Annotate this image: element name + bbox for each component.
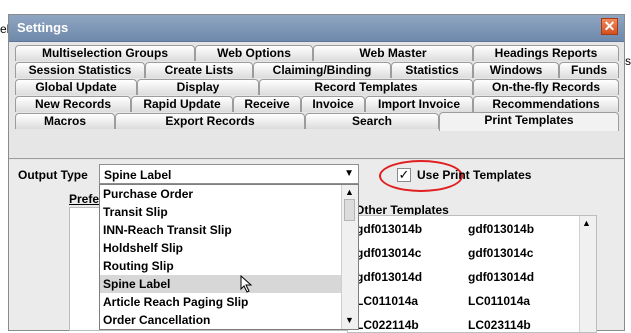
other-templates-scrollbar[interactable]: ▲ xyxy=(579,216,596,332)
option-label: INN-Reach Transit Slip xyxy=(103,223,232,237)
template-name: gdf013014b xyxy=(356,222,423,236)
background-text-fragment: s xyxy=(625,54,631,68)
settings-tabs: Multiselection Groups Web Options Web Ma… xyxy=(9,41,624,159)
output-type-value: Spine Label xyxy=(104,168,172,182)
option-label: Routing Slip xyxy=(103,259,174,273)
tab-session-statistics[interactable]: Session Statistics xyxy=(15,62,145,78)
tab-row-2: Session Statistics Create Lists Claiming… xyxy=(15,62,619,78)
option-label: Article Reach Paging Slip xyxy=(103,295,249,309)
dropdown-option[interactable]: Transit Slip xyxy=(100,203,342,221)
tab-windows[interactable]: Windows xyxy=(473,62,559,78)
print-templates-panel: Output Type Spine Label ▼ ✓ Use Print Te… xyxy=(9,160,624,333)
tab-divider xyxy=(9,158,624,159)
background-left-strip: el xyxy=(0,14,9,331)
tab-funds[interactable]: Funds xyxy=(559,62,619,78)
tab-display[interactable]: Display xyxy=(137,79,259,95)
tab-headings-reports[interactable]: Headings Reports xyxy=(473,45,619,61)
tab-search[interactable]: Search xyxy=(305,113,439,129)
tab-macros[interactable]: Macros xyxy=(15,113,115,129)
template-name: LC011014a xyxy=(468,294,531,308)
tab-print-templates[interactable]: Print Templates xyxy=(439,112,619,131)
other-templates-list[interactable]: gdf013014b gdf013014b gdf013014c gdf0130… xyxy=(347,215,597,333)
checkmark-icon: ✓ xyxy=(398,167,410,182)
background-right-strip: s xyxy=(625,14,631,331)
tab-export-records[interactable]: Export Records xyxy=(115,113,305,129)
output-type-select[interactable]: Spine Label ▼ xyxy=(99,164,359,184)
tab-web-options[interactable]: Web Options xyxy=(195,45,313,61)
option-label: Order Cancellation xyxy=(103,313,211,327)
settings-dialog: Settings ✕ Multiselection Groups Web Opt… xyxy=(8,14,625,333)
tab-multiselection-groups[interactable]: Multiselection Groups xyxy=(15,45,195,61)
dropdown-option[interactable]: Holdshelf Slip xyxy=(100,239,342,257)
tab-record-templates[interactable]: Record Templates xyxy=(259,79,473,95)
tab-import-invoice[interactable]: Import Invoice xyxy=(365,96,473,112)
tab-row-3: Global Update Display Record Templates O… xyxy=(15,79,619,95)
table-row[interactable]: LC011014a LC011014a xyxy=(348,288,580,312)
option-label: Holdshelf Slip xyxy=(103,241,184,255)
tab-claiming-binding[interactable]: Claiming/Binding xyxy=(253,62,391,78)
template-name: gdf013014b xyxy=(468,222,535,236)
close-icon: ✕ xyxy=(603,18,616,34)
table-row[interactable]: LC022114b LC023114b xyxy=(348,312,580,332)
use-print-templates-label: Use Print Templates xyxy=(417,168,532,182)
use-print-templates-checkbox[interactable]: ✓ xyxy=(397,168,411,182)
background-app-strip xyxy=(0,0,631,14)
chevron-down-icon: ▼ xyxy=(344,168,354,179)
mouse-cursor-icon xyxy=(240,275,253,293)
dropdown-option[interactable]: INN-Reach Transit Slip xyxy=(100,221,342,239)
tab-receive[interactable]: Receive xyxy=(233,96,301,112)
table-row[interactable]: gdf013014d gdf013014d xyxy=(348,264,580,288)
chevron-down-icon[interactable]: ▼ xyxy=(345,315,354,325)
tab-new-records[interactable]: New Records xyxy=(15,96,131,112)
template-name: gdf013014d xyxy=(356,270,423,284)
tab-invoice[interactable]: Invoice xyxy=(301,96,365,112)
dropdown-option[interactable]: Article Reach Paging Slip xyxy=(100,293,342,311)
tab-create-lists[interactable]: Create Lists xyxy=(145,62,253,78)
tab-statistics[interactable]: Statistics xyxy=(391,62,473,78)
tab-web-master[interactable]: Web Master xyxy=(313,45,473,61)
template-name: gdf013014c xyxy=(468,246,534,260)
output-type-label: Output Type xyxy=(18,168,88,182)
tab-on-the-fly-records[interactable]: On-the-fly Records xyxy=(473,79,619,95)
tab-row-1: Multiselection Groups Web Options Web Ma… xyxy=(15,45,619,61)
close-button[interactable]: ✕ xyxy=(601,18,618,35)
template-name: gdf013014c xyxy=(356,246,422,260)
table-row[interactable]: gdf013014b gdf013014b xyxy=(348,216,580,240)
template-name: LC023114b xyxy=(468,318,531,332)
table-row[interactable]: gdf013014c gdf013014c xyxy=(348,240,580,264)
option-label: Purchase Order xyxy=(103,187,194,201)
dropdown-scrollbar[interactable]: ▲ ▼ xyxy=(341,185,358,329)
template-name: LC022114b xyxy=(356,318,419,332)
title-bar: Settings ✕ xyxy=(9,15,624,42)
scrollbar-thumb[interactable] xyxy=(344,199,355,221)
chevron-up-icon[interactable]: ▲ xyxy=(345,187,354,197)
chevron-up-icon[interactable]: ▲ xyxy=(582,218,591,228)
option-label: Spine Label xyxy=(103,277,171,291)
dropdown-option[interactable]: Routing Slip xyxy=(100,257,342,275)
tab-global-update[interactable]: Global Update xyxy=(15,79,137,95)
dropdown-option[interactable]: Purchase Order xyxy=(100,185,342,203)
tab-recommendations[interactable]: Recommendations xyxy=(473,96,619,112)
option-label: Transit Slip xyxy=(103,205,168,219)
dropdown-option-selected[interactable]: Spine Label xyxy=(100,275,342,293)
dialog-title: Settings xyxy=(17,20,69,35)
dropdown-option[interactable]: Order Cancellation xyxy=(100,311,342,329)
tab-row-4: New Records Rapid Update Receive Invoice… xyxy=(15,96,619,112)
tab-row-5: Macros Export Records Search Print Templ… xyxy=(15,112,619,131)
output-type-dropdown[interactable]: Purchase Order Transit Slip INN-Reach Tr… xyxy=(99,184,359,330)
template-name: gdf013014d xyxy=(468,270,535,284)
template-name: LC011014a xyxy=(356,294,419,308)
tab-rapid-update[interactable]: Rapid Update xyxy=(131,96,233,112)
